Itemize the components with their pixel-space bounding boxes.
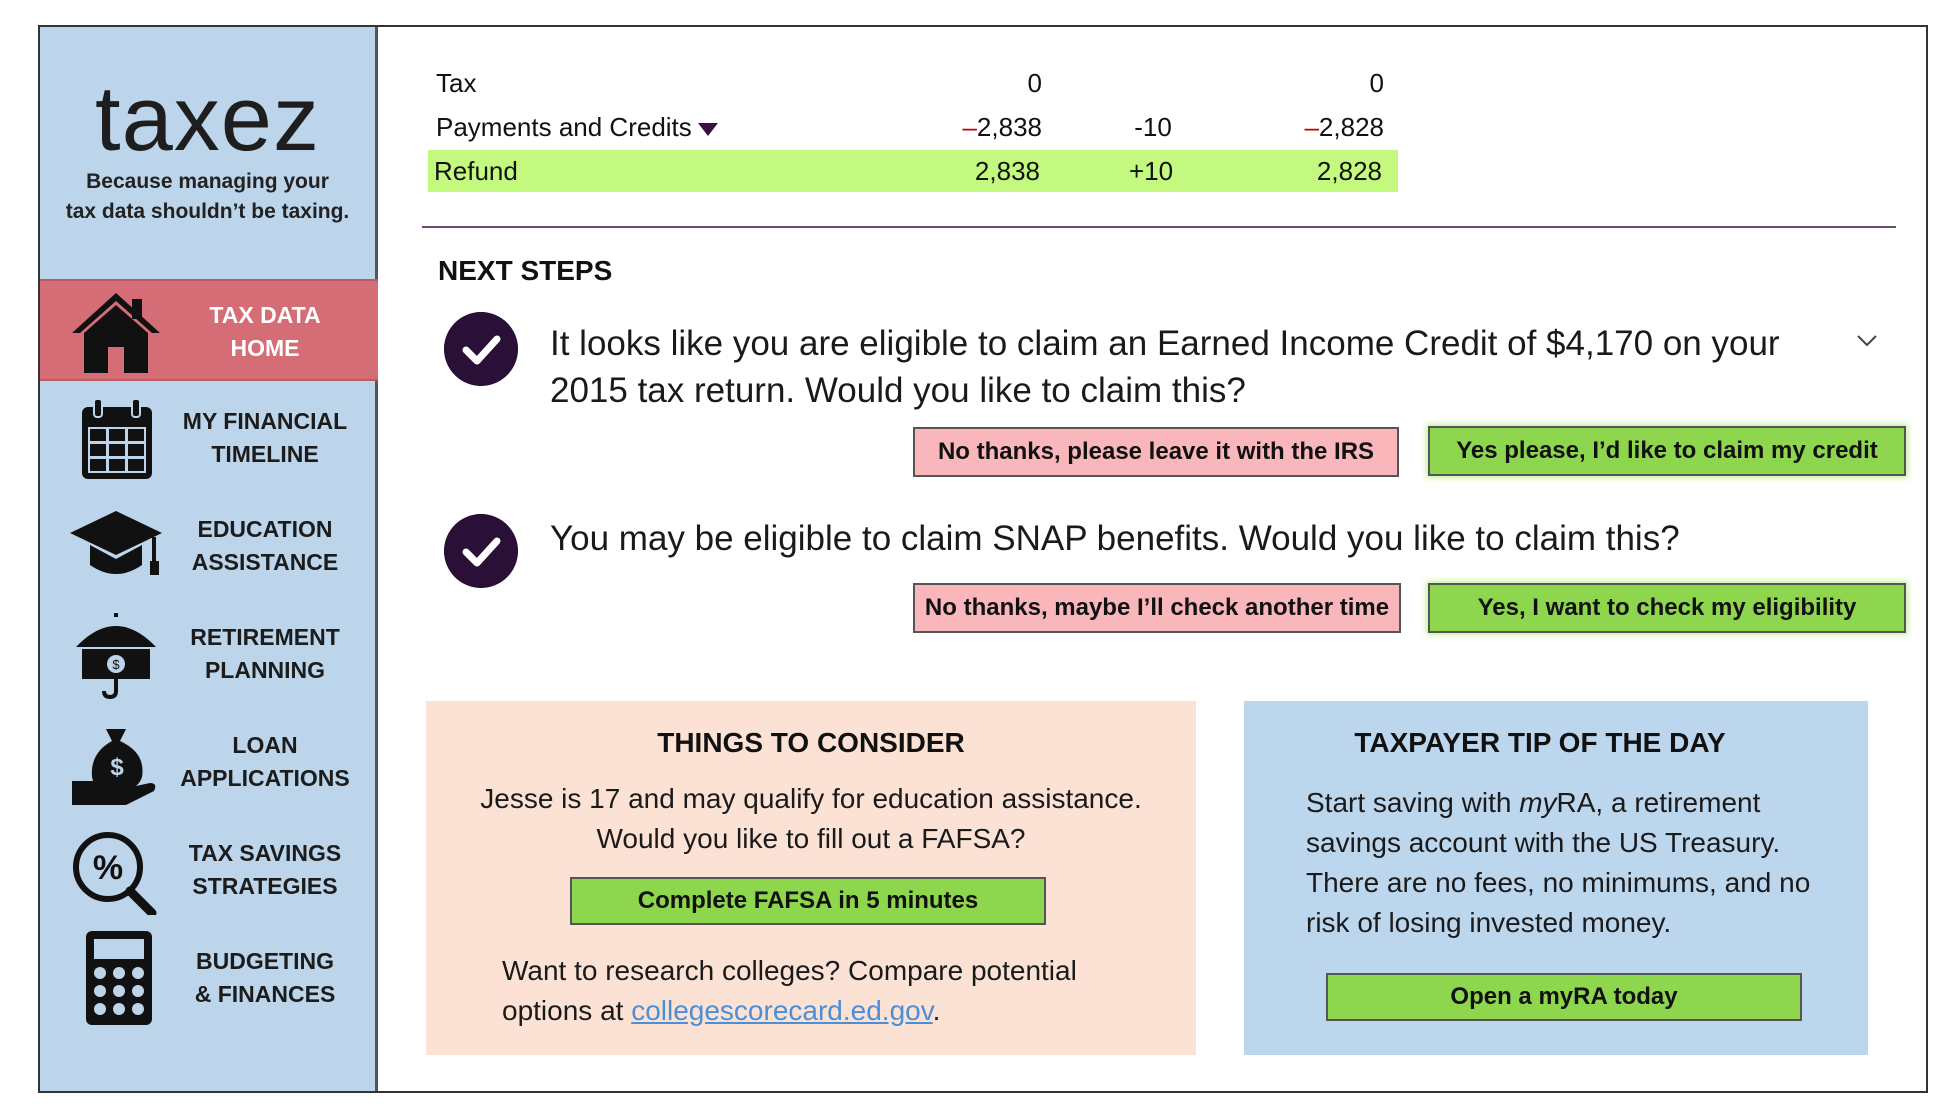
svg-text:%: % [93, 849, 123, 887]
taxpayer-tip-card: TAXPAYER TIP OF THE DAY Start saving wit… [1244, 701, 1868, 1055]
money-bag-hand-icon: $ [72, 729, 156, 805]
row-value: –2,828 [1304, 112, 1384, 142]
things-to-consider-card: THINGS TO CONSIDER Jesse is 17 and may q… [426, 701, 1196, 1055]
sidebar-item-label: MY FINANCIAL TIMELINE [182, 408, 348, 467]
row-value: –2,838 [962, 112, 1042, 142]
table-row: Payments and Credits –2,838 -10 –2,828 [430, 106, 1400, 148]
svg-text:$: $ [112, 657, 120, 672]
caret-down-icon [697, 122, 718, 136]
next-steps-heading: NEXT STEPS [438, 255, 613, 286]
sidebar-item-label: RETIREMENT PLANNING [190, 624, 340, 683]
collegescorecard-link[interactable]: collegescorecard.ed.gov [631, 995, 932, 1026]
section-divider [422, 226, 1896, 228]
umbrella-money-icon: $ [76, 613, 156, 699]
sidebar-item-tax-data-home[interactable]: TAX DATA HOME [40, 279, 378, 381]
sidebar-item-label: LOAN APPLICATIONS [180, 732, 350, 791]
complete-fafsa-button[interactable]: Complete FAFSA in 5 minutes [570, 877, 1046, 925]
sidebar-item-label: EDUCATION ASSISTANCE [191, 516, 339, 575]
sidebar-item-label: TAX DATA HOME [209, 302, 321, 361]
row-label: Refund [434, 156, 518, 186]
snap-question: You may be eligible to claim SNAP benefi… [550, 519, 1680, 558]
decline-snap-button[interactable]: No thanks, maybe I’ll check another time [913, 583, 1401, 633]
decline-eic-button[interactable]: No thanks, please leave it with the IRS [913, 427, 1399, 477]
sidebar-item-label: BUDGETING & FINANCES [194, 948, 336, 1007]
checkmark-icon [444, 514, 518, 588]
table-row: Tax 0 0 [430, 62, 1400, 104]
card-title: THINGS TO CONSIDER [657, 727, 965, 758]
claim-eic-button[interactable]: Yes please, I’d like to claim my credit [1428, 426, 1906, 476]
table-row-refund: Refund 2,838 +10 2,828 [428, 150, 1398, 192]
tip-text: Start saving with myRA, a retirement sav… [1306, 787, 1811, 938]
app-logo: taxez [95, 68, 320, 170]
payments-credits-toggle[interactable]: Payments and Credits [436, 106, 718, 148]
row-label: Tax [436, 68, 477, 98]
checkmark-icon [444, 312, 518, 386]
row-value: 0 [1027, 68, 1042, 98]
sidebar-item-tax-savings-strategies[interactable]: % TAX SAVINGS STRATEGIES [40, 819, 378, 921]
sidebar-item-budgeting-finances[interactable]: BUDGETING & FINANCES [40, 927, 378, 1029]
row-value: 2,838 [974, 156, 1040, 186]
eic-question: It looks like you are eligible to claim … [550, 324, 1780, 410]
row-label: Payments and Credits [436, 112, 692, 142]
check-snap-eligibility-button[interactable]: Yes, I want to check my eligibility [1428, 583, 1906, 633]
graduation-cap-icon [70, 511, 162, 575]
fafsa-text: Jesse is 17 and may qualify for educatio… [480, 783, 1142, 854]
row-change: -10 [1134, 112, 1172, 142]
row-change: +10 [1128, 156, 1174, 186]
svg-text:$: $ [110, 754, 124, 781]
open-myra-button[interactable]: Open a myRA today [1326, 973, 1802, 1021]
chevron-down-icon[interactable] [1855, 328, 1879, 352]
calendar-icon [82, 398, 152, 479]
sidebar-item-financial-timeline[interactable]: MY FINANCIAL TIMELINE [40, 387, 378, 489]
app-tagline: Because managing your tax data shouldn’t… [65, 170, 350, 223]
sidebar-item-education-assistance[interactable]: EDUCATION ASSISTANCE [40, 495, 378, 597]
calculator-icon [86, 931, 152, 1025]
sidebar-item-loan-applications[interactable]: $ LOAN APPLICATIONS [40, 711, 378, 813]
sidebar-item-label: TAX SAVINGS STRATEGIES [188, 840, 342, 899]
row-value: 0 [1369, 68, 1384, 98]
research-colleges-text: Want to research colleges? Compare poten… [502, 955, 1077, 1026]
card-title: TAXPAYER TIP OF THE DAY [1354, 727, 1726, 758]
row-value: 2,828 [1316, 156, 1382, 186]
house-icon [72, 293, 160, 373]
sidebar: taxez Because managing your tax data sho… [40, 27, 378, 1091]
sidebar-item-retirement-planning[interactable]: $ RETIREMENT PLANNING [40, 603, 378, 705]
percent-magnifier-icon: % [73, 832, 157, 915]
